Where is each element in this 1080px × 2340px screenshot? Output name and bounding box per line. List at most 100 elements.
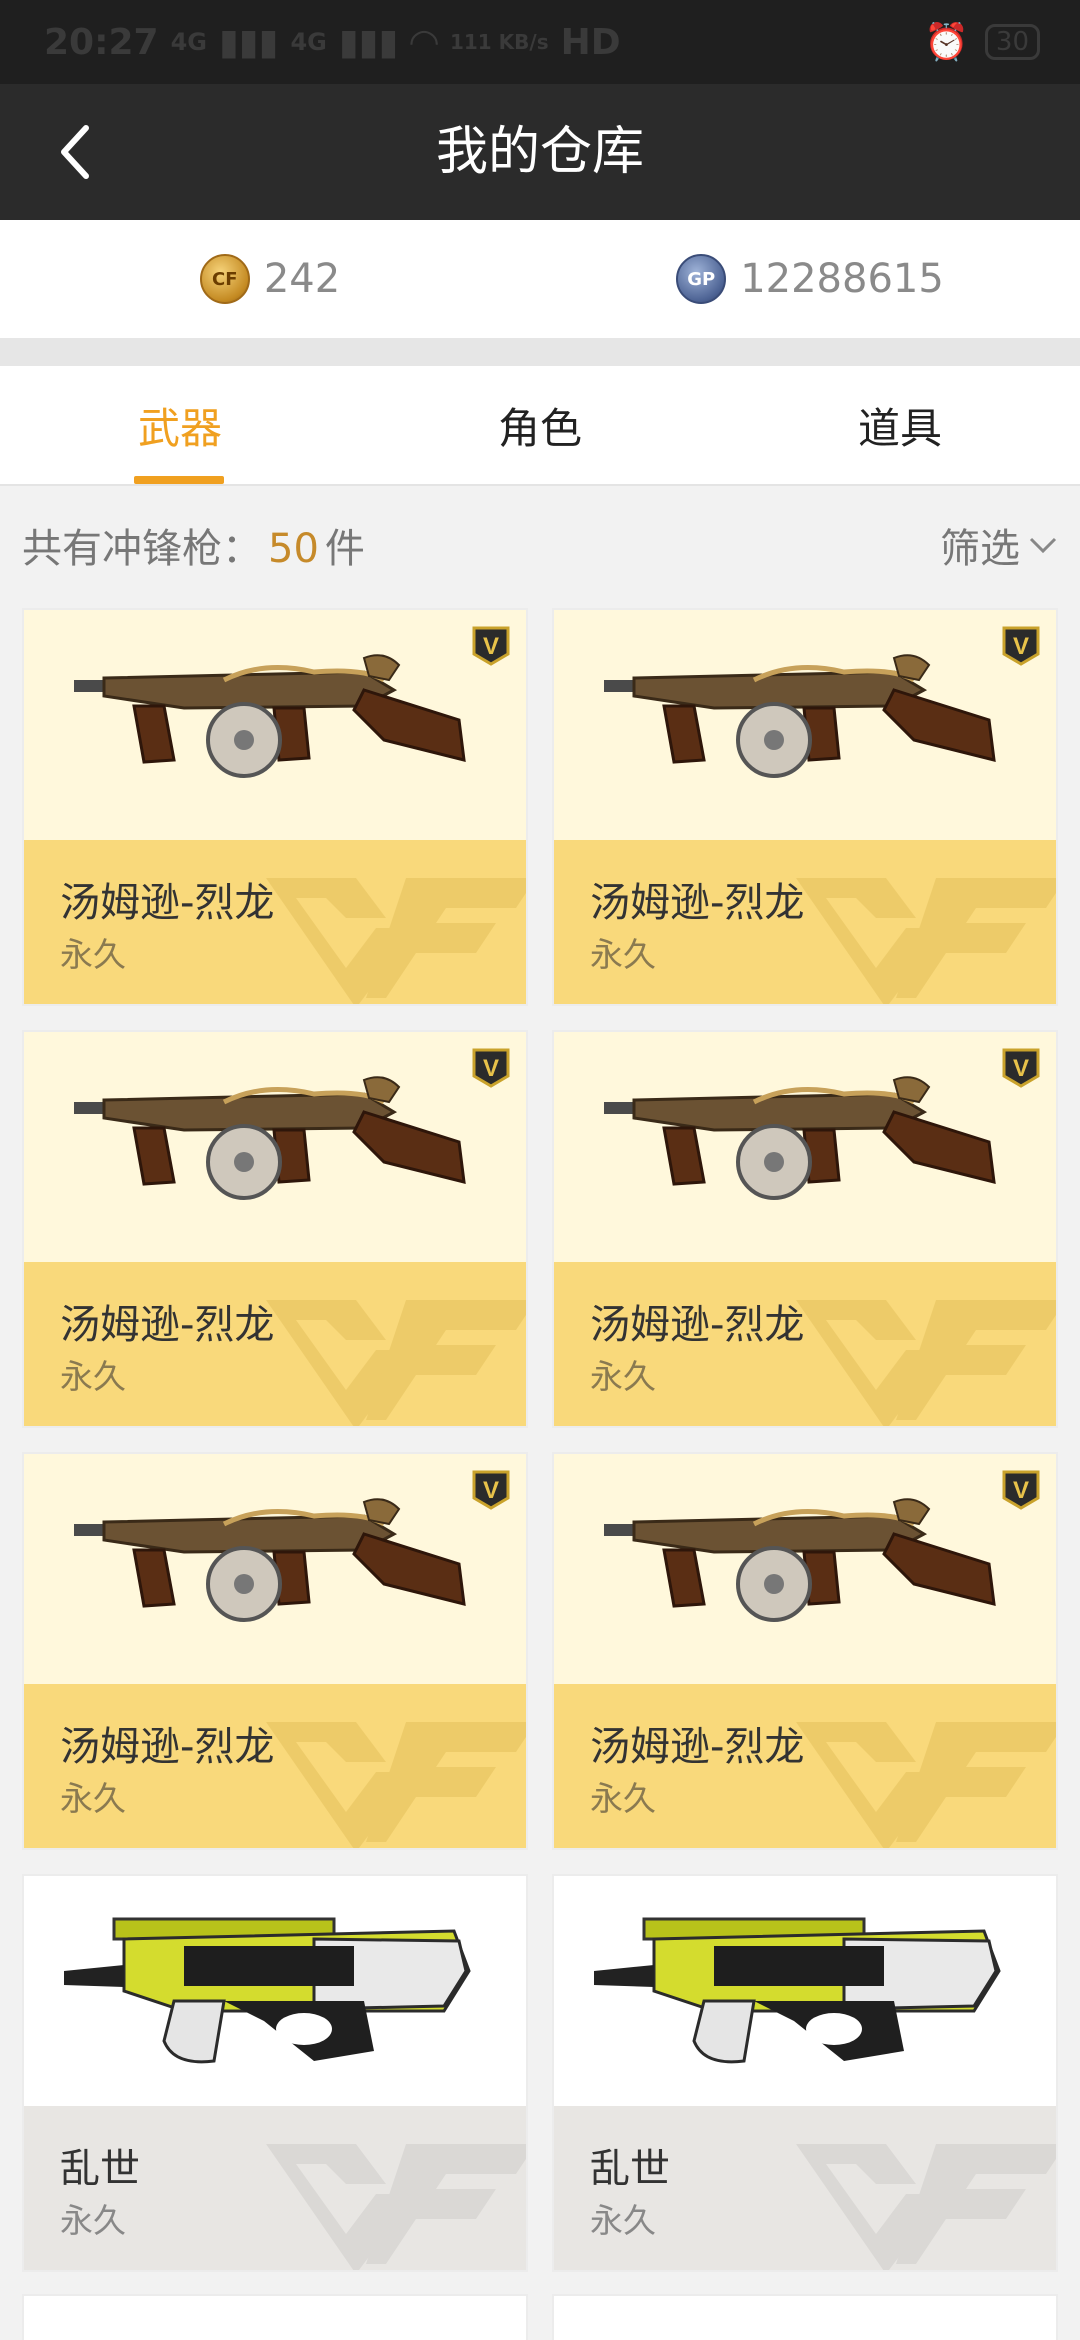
signal-bars-icon-2: ▮▮▮ bbox=[338, 21, 399, 63]
tab-items[interactable]: 道具 bbox=[720, 366, 1080, 484]
svg-text:V: V bbox=[1013, 1055, 1029, 1082]
summary-row: 共有冲锋枪： 50 件 筛选 bbox=[0, 486, 1080, 604]
weapon-name: 乱世 bbox=[60, 2146, 140, 2192]
weapon-info: 汤姆逊-烈龙 永久 bbox=[554, 1262, 1056, 1426]
weapon-duration: 永久 bbox=[60, 1779, 126, 1818]
weapon-card[interactable]: 乱世 永久 bbox=[22, 1874, 528, 2272]
thompson-gun-icon bbox=[604, 654, 996, 778]
weapon-card[interactable]: V 汤姆逊-烈龙 永久 bbox=[22, 1030, 528, 1428]
cf-logo-watermark-icon bbox=[266, 878, 526, 1004]
svg-text:V: V bbox=[483, 1477, 499, 1504]
cf-coin-balance: CF 242 bbox=[0, 254, 540, 304]
weapon-duration: 永久 bbox=[590, 2201, 656, 2240]
svg-text:V: V bbox=[483, 633, 499, 660]
thompson-gun-icon bbox=[74, 654, 466, 778]
list-item-partial[interactable] bbox=[22, 2294, 528, 2340]
weapon-card[interactable]: V 汤姆逊-烈龙 永久 bbox=[22, 1452, 528, 1850]
summary-prefix: 共有冲锋枪： bbox=[22, 526, 262, 572]
list-item-partial[interactable] bbox=[552, 2294, 1058, 2340]
p90-gun-icon bbox=[594, 1917, 1001, 2064]
wifi-icon: ◠ bbox=[410, 21, 438, 63]
vip-badge-icon: V bbox=[472, 626, 510, 666]
cf-logo-watermark-icon bbox=[796, 2144, 1056, 2270]
signal-icon-2: 4G bbox=[290, 28, 327, 56]
gp-coin-icon: GP bbox=[676, 254, 727, 304]
weapon-image-area: V bbox=[24, 1454, 526, 1684]
summary-count: 50 bbox=[268, 526, 319, 572]
weapon-duration: 永久 bbox=[60, 1357, 126, 1396]
signal-bars-icon: ▮▮▮ bbox=[219, 21, 279, 63]
vip-badge-icon: V bbox=[1002, 626, 1040, 666]
weapon-image-area: V bbox=[24, 1032, 526, 1262]
gp-coin-balance: GP 12288615 bbox=[540, 254, 1080, 304]
weapon-card[interactable]: V 汤姆逊-烈龙 永久 bbox=[552, 1452, 1058, 1850]
cf-logo-watermark-icon bbox=[266, 2144, 526, 2270]
weapon-card[interactable]: 乱世 永久 bbox=[552, 1874, 1058, 2272]
weapon-card[interactable]: V 汤姆逊-烈龙 永久 bbox=[552, 1030, 1058, 1428]
weapon-info: 汤姆逊-烈龙 永久 bbox=[24, 840, 526, 1004]
signal-icon: 4G bbox=[170, 28, 207, 56]
svg-text:V: V bbox=[483, 1055, 499, 1082]
back-button[interactable] bbox=[36, 112, 116, 192]
next-row-partial bbox=[22, 2294, 1058, 2340]
weapon-duration: 永久 bbox=[60, 935, 126, 974]
weapon-image-area: V bbox=[24, 610, 526, 840]
cf-logo-watermark-icon bbox=[796, 1300, 1056, 1426]
weapon-image-area: V bbox=[554, 1032, 1056, 1262]
weapon-name: 汤姆逊-烈龙 bbox=[590, 1724, 805, 1770]
tab-weapons[interactable]: 武器 bbox=[0, 366, 360, 484]
vip-badge-icon: V bbox=[1002, 1470, 1040, 1510]
thompson-gun-icon bbox=[74, 1076, 466, 1200]
status-time: 20:27 bbox=[44, 21, 159, 63]
weapon-duration: 永久 bbox=[590, 1779, 656, 1818]
svg-text:V: V bbox=[1013, 1477, 1029, 1504]
weapon-info: 汤姆逊-烈龙 永久 bbox=[24, 1684, 526, 1848]
filter-button[interactable]: 筛选 bbox=[940, 516, 1058, 574]
thompson-gun-icon bbox=[604, 1076, 996, 1200]
svg-text:V: V bbox=[1013, 633, 1029, 660]
weapon-info: 乱世 永久 bbox=[554, 2106, 1056, 2270]
back-arrow-icon bbox=[61, 125, 89, 179]
tab-characters[interactable]: 角色 bbox=[360, 366, 720, 484]
active-tab-indicator bbox=[134, 476, 224, 484]
tab-characters-label: 角色 bbox=[497, 403, 582, 453]
item-count-summary: 共有冲锋枪： 50 件 bbox=[22, 516, 365, 574]
weapon-name: 汤姆逊-烈龙 bbox=[60, 1302, 275, 1348]
weapon-info: 乱世 永久 bbox=[24, 2106, 526, 2270]
weapon-name: 汤姆逊-烈龙 bbox=[60, 1724, 275, 1770]
weapon-duration: 永久 bbox=[590, 935, 656, 974]
weapon-info: 汤姆逊-烈龙 永久 bbox=[554, 1684, 1056, 1848]
vip-badge-icon: V bbox=[472, 1470, 510, 1510]
weapon-card[interactable]: V 汤姆逊-烈龙 永久 bbox=[552, 608, 1058, 1006]
weapon-name: 汤姆逊-烈龙 bbox=[60, 880, 275, 926]
alarm-icon: ⏰ bbox=[924, 22, 969, 63]
weapon-info: 汤姆逊-烈龙 永久 bbox=[24, 1262, 526, 1426]
tab-weapons-label: 武器 bbox=[137, 403, 222, 453]
network-speed: 111 KB/s bbox=[449, 30, 549, 54]
tab-items-label: 道具 bbox=[857, 403, 942, 453]
weapon-info: 汤姆逊-烈龙 永久 bbox=[554, 840, 1056, 1004]
hd-icon: HD bbox=[560, 21, 621, 63]
page-title: 我的仓库 bbox=[435, 122, 644, 182]
summary-suffix: 件 bbox=[324, 526, 365, 572]
item-grid: V 汤姆逊-烈龙 永久 V 汤姆逊-烈龙 永久 V 汤姆逊-烈龙 永久 V 汤姆… bbox=[22, 608, 1058, 2272]
cf-logo-watermark-icon bbox=[266, 1722, 526, 1848]
cf-coin-icon: CF bbox=[199, 254, 250, 304]
weapon-name: 汤姆逊-烈龙 bbox=[590, 1302, 805, 1348]
vip-badge-icon: V bbox=[472, 1048, 510, 1088]
weapon-name: 汤姆逊-烈龙 bbox=[590, 880, 805, 926]
weapon-card[interactable]: V 汤姆逊-烈龙 永久 bbox=[22, 608, 528, 1006]
weapon-name: 乱世 bbox=[590, 2146, 670, 2192]
section-divider bbox=[0, 338, 1080, 366]
currency-bar: CF 242 GP 12288615 bbox=[0, 220, 1080, 338]
app-header: 我的仓库 bbox=[0, 84, 1080, 220]
battery-indicator: 30 bbox=[984, 24, 1040, 60]
weapon-duration: 永久 bbox=[590, 1357, 656, 1396]
weapon-image-area bbox=[24, 1876, 526, 2106]
category-tabs: 武器 角色 道具 bbox=[0, 366, 1080, 486]
cf-logo-watermark-icon bbox=[796, 878, 1056, 1004]
filter-label: 筛选 bbox=[940, 526, 1020, 572]
cf-logo-watermark-icon bbox=[266, 1300, 526, 1426]
weapon-image-area: V bbox=[554, 1454, 1056, 1684]
weapon-image-area: V bbox=[554, 610, 1056, 840]
